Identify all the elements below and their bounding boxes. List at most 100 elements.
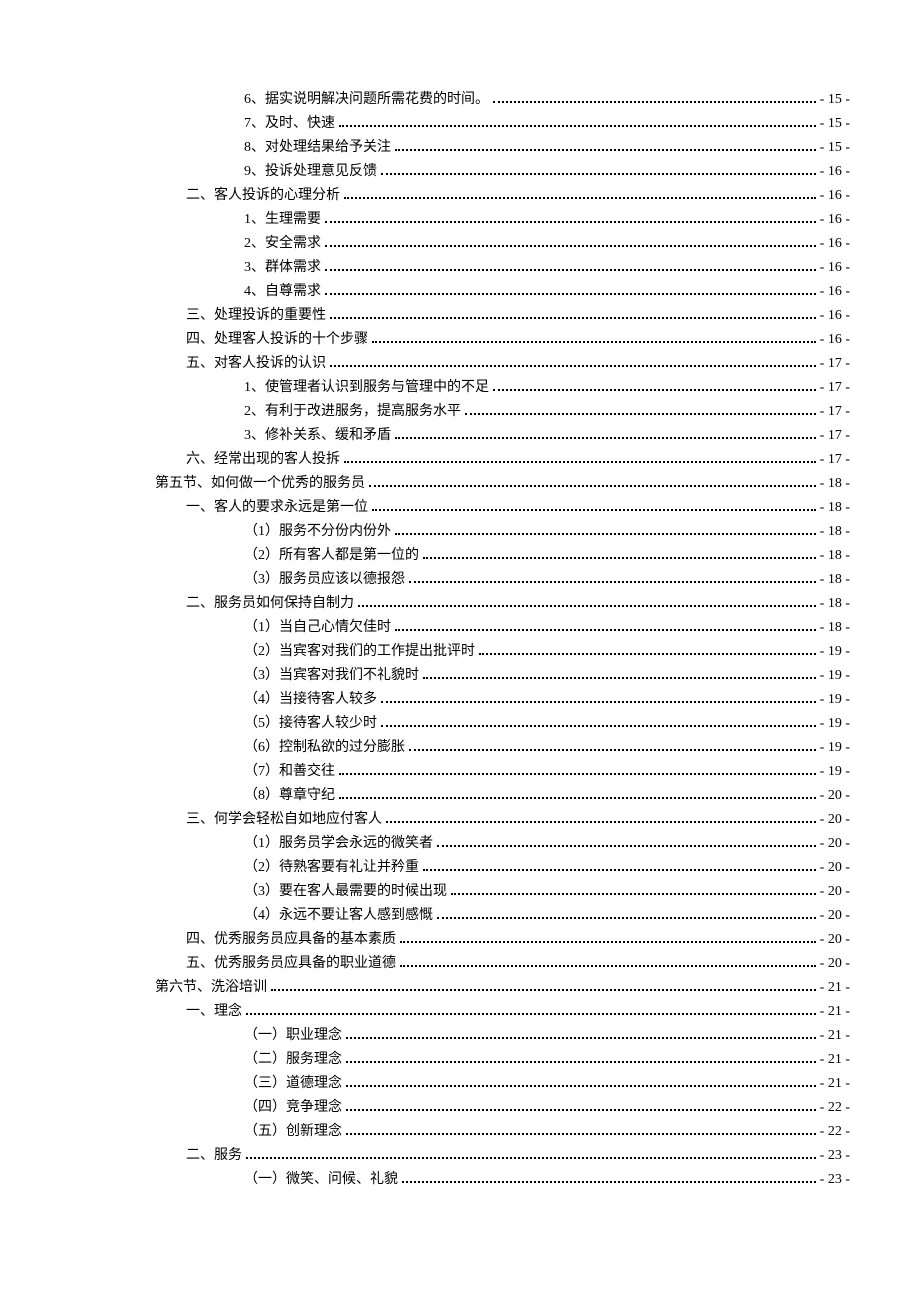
toc-entry-title: 第六节、洗浴培训	[155, 976, 267, 1000]
toc-entry[interactable]: （6）控制私欲的过分膨胀- 19 -	[70, 736, 850, 760]
toc-entry[interactable]: （2）所有客人都是第一位的 - 18 -	[70, 544, 850, 568]
toc-entry[interactable]: 二、服务- 23 -	[70, 1144, 850, 1168]
toc-entry-page: - 21 -	[820, 1000, 850, 1024]
toc-entry[interactable]: 7、及时、快速- 15 -	[70, 112, 850, 136]
toc-entry-page: - 20 -	[820, 856, 850, 880]
toc-entry-title: 五、优秀服务员应具备的职业道德	[186, 952, 396, 976]
toc-entry[interactable]: （8）尊章守纪- 20 -	[70, 784, 850, 808]
toc-entry[interactable]: （二）服务理念- 21 -	[70, 1048, 850, 1072]
toc-entry[interactable]: 1、生理需要- 16 -	[70, 208, 850, 232]
toc-entry[interactable]: 4、自尊需求- 16 -	[70, 280, 850, 304]
toc-entry-page: - 18 -	[820, 616, 850, 640]
toc-entry[interactable]: （3）要在客人最需要的时候出现 - 20 -	[70, 880, 850, 904]
toc-entry[interactable]: 三、何学会轻松自如地应付客人- 20 -	[70, 808, 850, 832]
toc-entry[interactable]: 6、据实说明解决问题所需花费的时间。- 15 -	[70, 88, 850, 112]
toc-entry[interactable]: 四、处理客人投诉的十个步骤- 16 -	[70, 328, 850, 352]
toc-leader-dots	[346, 1133, 816, 1135]
toc-leader-dots	[493, 101, 816, 103]
toc-entry-title: （五）创新理念	[244, 1120, 342, 1144]
toc-entry-title: （一）职业理念	[244, 1024, 342, 1048]
toc-leader-dots	[465, 413, 816, 415]
toc-entry[interactable]: （5）接待客人较少时- 19 -	[70, 712, 850, 736]
toc-entry-title: 3、群体需求	[244, 256, 321, 280]
toc-leader-dots	[451, 893, 816, 895]
toc-entry-title: 7、及时、快速	[244, 112, 335, 136]
toc-entry-page: - 19 -	[820, 664, 850, 688]
toc-leader-dots	[339, 125, 816, 127]
toc-entry[interactable]: 二、服务员如何保持自制力- 18 -	[70, 592, 850, 616]
toc-entry[interactable]: 二、客人投诉的心理分析- 16 -	[70, 184, 850, 208]
toc-entry-title: （四）竞争理念	[244, 1096, 342, 1120]
toc-entry[interactable]: （一）微笑、问候、礼貌- 23 -	[70, 1168, 850, 1192]
toc-leader-dots	[372, 509, 816, 511]
toc-entry[interactable]: （4）当接待客人较多- 19 -	[70, 688, 850, 712]
toc-entry-page: - 17 -	[820, 400, 850, 424]
toc-entry-page: - 16 -	[820, 328, 850, 352]
toc-leader-dots	[344, 197, 816, 199]
toc-entry-page: - 16 -	[820, 304, 850, 328]
toc-entry-title: 2、安全需求	[244, 232, 321, 256]
toc-entry-page: - 16 -	[820, 160, 850, 184]
toc-leader-dots	[423, 557, 816, 559]
toc-entry-title: （8）尊章守纪	[244, 784, 335, 808]
toc-entry-page: - 21 -	[820, 1072, 850, 1096]
toc-entry-page: - 23 -	[820, 1168, 850, 1192]
toc-entry[interactable]: 2、有利于改进服务，提高服务水平 - 17 -	[70, 400, 850, 424]
toc-entry-page: - 20 -	[820, 904, 850, 928]
toc-entry[interactable]: （2）当宾客对我们的工作提出批评时- 19 -	[70, 640, 850, 664]
toc-entry[interactable]: 三、处理投诉的重要性 - 16 -	[70, 304, 850, 328]
toc-entry[interactable]: 1、使管理者认识到服务与管理中的不足- 17 -	[70, 376, 850, 400]
toc-entry[interactable]: 一、理念 - 21 -	[70, 1000, 850, 1024]
toc-entry[interactable]: （四）竞争理念 - 22 -	[70, 1096, 850, 1120]
toc-entry[interactable]: 3、修补关系、缓和矛盾- 17 -	[70, 424, 850, 448]
toc-entry-title: 五、对客人投诉的认识	[186, 352, 326, 376]
toc-entry[interactable]: （1）当自己心情欠佳时- 18 -	[70, 616, 850, 640]
toc-leader-dots	[358, 605, 816, 607]
toc-entry[interactable]: 第六节、洗浴培训- 21 -	[70, 976, 850, 1000]
toc-entry-title: （2）当宾客对我们的工作提出批评时	[244, 640, 475, 664]
toc-entry[interactable]: （五）创新理念- 22 -	[70, 1120, 850, 1144]
toc-entry[interactable]: （3）当宾客对我们不礼貌时- 19 -	[70, 664, 850, 688]
toc-leader-dots	[386, 821, 816, 823]
toc-entry[interactable]: 一、客人的要求永远是第一位- 18 -	[70, 496, 850, 520]
toc-entry-page: - 17 -	[820, 424, 850, 448]
toc-entry[interactable]: （3）服务员应该以德报怨- 18 -	[70, 568, 850, 592]
toc-leader-dots	[325, 269, 816, 271]
toc-entry-title: （2）所有客人都是第一位的	[244, 544, 419, 568]
toc-entry[interactable]: （4）永远不要让客人感到感慨- 20 -	[70, 904, 850, 928]
toc-entry[interactable]: 五、优秀服务员应具备的职业道德- 20 -	[70, 952, 850, 976]
toc-entry[interactable]: （7）和善交往- 19 -	[70, 760, 850, 784]
toc-entry[interactable]: （1）服务不分份内份外- 18 -	[70, 520, 850, 544]
toc-entry-title: （二）服务理念	[244, 1048, 342, 1072]
toc-entry-page: - 18 -	[820, 544, 850, 568]
toc-entry-page: - 18 -	[820, 592, 850, 616]
toc-entry[interactable]: 9、投诉处理意见反馈- 16 -	[70, 160, 850, 184]
toc-entry-title: （3）要在客人最需要的时候出现	[244, 880, 447, 904]
toc-entry[interactable]: 3、群体需求- 16 -	[70, 256, 850, 280]
toc-entry[interactable]: 第五节、如何做一个优秀的服务员- 18 -	[70, 472, 850, 496]
toc-entry-title: 三、处理投诉的重要性	[186, 304, 326, 328]
toc-leader-dots	[409, 581, 816, 583]
toc-entry[interactable]: 五、对客人投诉的认识- 17 -	[70, 352, 850, 376]
toc-entry[interactable]: （2）待熟客要有礼让并矜重- 20 -	[70, 856, 850, 880]
toc-entry[interactable]: （1）服务员学会永远的微笑者- 20 -	[70, 832, 850, 856]
toc-entry[interactable]: 四、优秀服务员应具备的基本素质- 20 -	[70, 928, 850, 952]
toc-entry[interactable]: 2、安全需求- 16 -	[70, 232, 850, 256]
toc-entry-title: 一、理念	[186, 1000, 242, 1024]
toc-entry[interactable]: 8、对处理结果给予关注 - 15 -	[70, 136, 850, 160]
toc-entry-title: 4、自尊需求	[244, 280, 321, 304]
toc-entry-page: - 15 -	[820, 136, 850, 160]
toc-entry-page: - 17 -	[820, 448, 850, 472]
toc-entry[interactable]: 六、经常出现的客人投拆- 17 -	[70, 448, 850, 472]
toc-entry-title: 第五节、如何做一个优秀的服务员	[155, 472, 365, 496]
toc-leader-dots	[369, 485, 816, 487]
toc-entry[interactable]: （一）职业理念- 21 -	[70, 1024, 850, 1048]
toc-leader-dots	[493, 389, 816, 391]
toc-leader-dots	[339, 773, 816, 775]
toc-entry[interactable]: （三）道德理念- 21 -	[70, 1072, 850, 1096]
toc-entry-page: - 22 -	[820, 1096, 850, 1120]
toc-entry-page: - 20 -	[820, 880, 850, 904]
toc-leader-dots	[409, 749, 816, 751]
toc-entry-title: 2、有利于改进服务，提高服务水平	[244, 400, 461, 424]
toc-entry-title: 8、对处理结果给予关注	[244, 136, 391, 160]
